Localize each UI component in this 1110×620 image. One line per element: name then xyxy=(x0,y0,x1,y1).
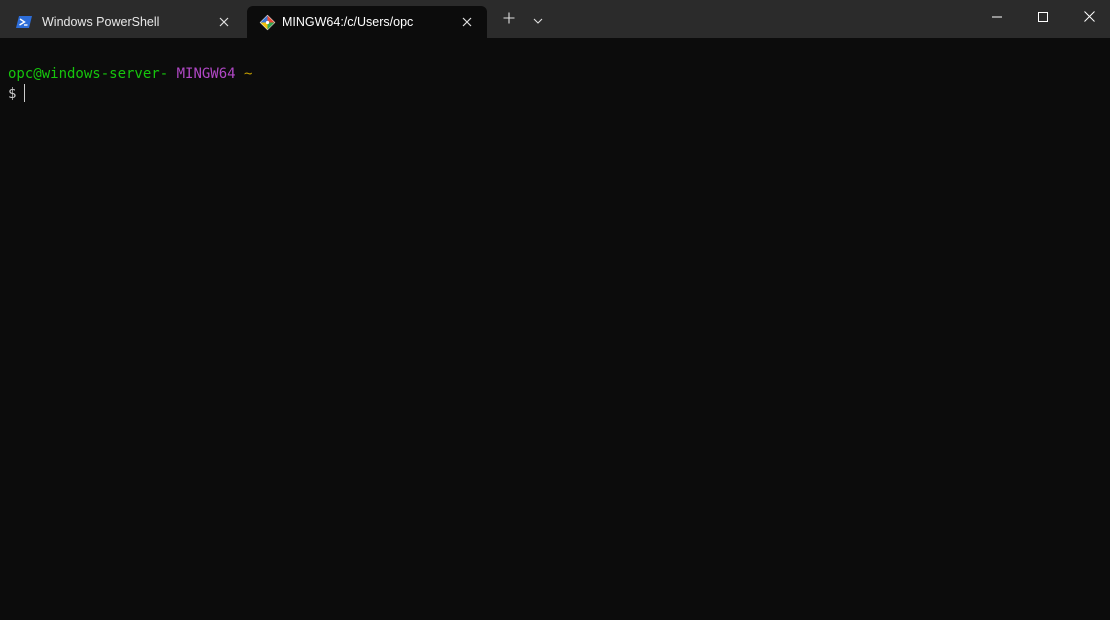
terminal-output[interactable]: opc@windows-server- MINGW64 ~ $ xyxy=(0,38,1110,620)
tab-label: MINGW64:/c/Users/opc xyxy=(282,15,414,29)
tab-dropdown-button[interactable] xyxy=(527,8,549,32)
title-bar: Windows PowerShell MINGW64:/c/Users/opc xyxy=(0,0,1110,38)
git-icon xyxy=(259,14,276,31)
plus-icon xyxy=(503,11,515,29)
prompt-user-host: opc@windows-server- xyxy=(8,66,169,82)
close-icon[interactable] xyxy=(459,14,475,30)
maximize-button[interactable] xyxy=(1020,0,1066,36)
new-tab-button[interactable] xyxy=(497,8,521,32)
prompt-system: MINGW64 xyxy=(176,66,236,82)
minimize-button[interactable] xyxy=(974,0,1020,36)
minimize-icon xyxy=(992,9,1002,27)
close-window-button[interactable] xyxy=(1066,0,1110,36)
text-cursor xyxy=(24,84,26,102)
tab-windows-powershell[interactable]: Windows PowerShell xyxy=(4,6,244,38)
input-line[interactable]: $ xyxy=(8,84,26,104)
prompt-path: ~ xyxy=(244,66,253,82)
chevron-down-icon xyxy=(533,11,543,29)
tab-mingw64[interactable]: MINGW64:/c/Users/opc xyxy=(247,6,487,38)
maximize-icon xyxy=(1038,9,1048,27)
prompt-line: opc@windows-server- MINGW64 ~ xyxy=(8,65,252,84)
close-icon[interactable] xyxy=(216,14,232,30)
terminal-window: Windows PowerShell MINGW64:/c/Users/opc xyxy=(0,0,1110,620)
powershell-icon xyxy=(16,14,33,30)
close-icon xyxy=(1083,9,1095,27)
prompt-symbol: $ xyxy=(8,86,17,102)
tab-label: Windows PowerShell xyxy=(42,15,160,29)
